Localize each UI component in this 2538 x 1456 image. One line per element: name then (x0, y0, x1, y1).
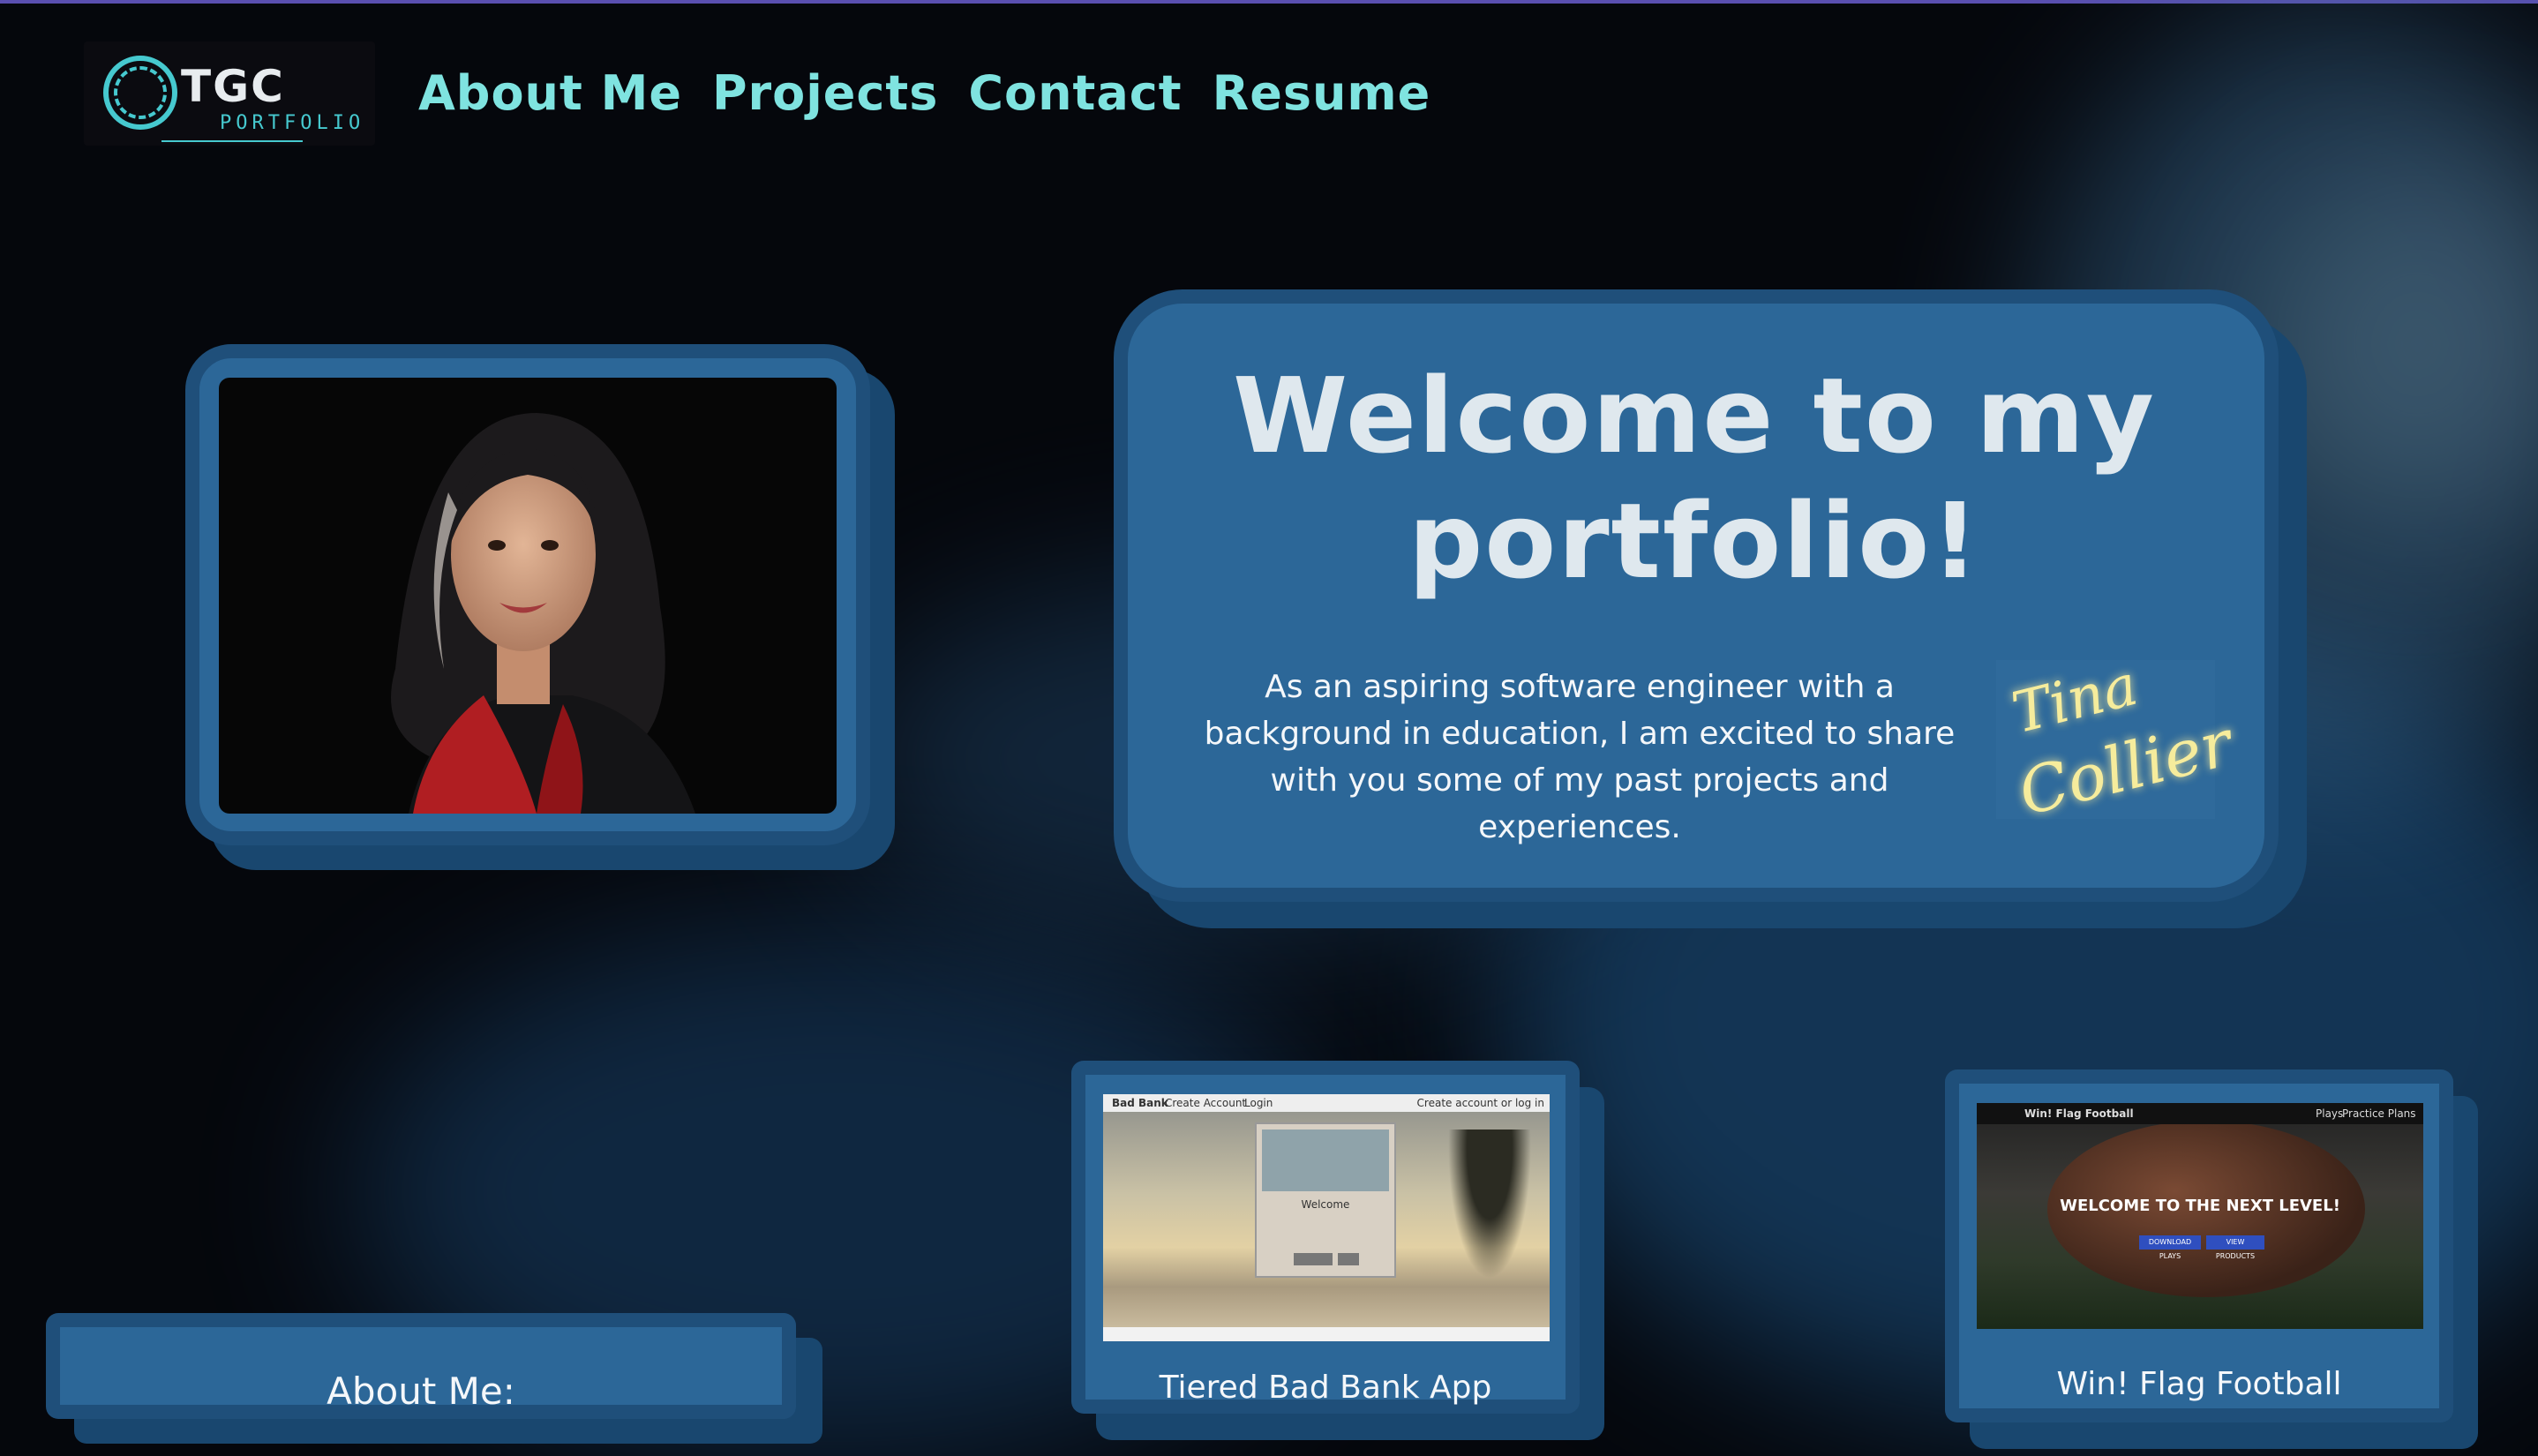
preview-brand: Win! Flag Football (2024, 1107, 2134, 1120)
preview-nav-item: Plays (2316, 1107, 2344, 1120)
preview-brand: Bad Bank (1112, 1097, 1168, 1109)
main-nav: About Me Projects Contact Resume (418, 65, 1430, 121)
preview-navbar: Bad Bank Create Account Login Create acc… (1103, 1094, 1550, 1112)
logo-ring-icon (114, 66, 167, 119)
preview-welcome-modal: Welcome (1255, 1122, 1396, 1278)
preview-modal-button (1294, 1253, 1333, 1265)
preview-nav-item: Practice Plans (2342, 1107, 2416, 1120)
preview-corner-text: Create account or log in (1416, 1097, 1544, 1109)
preview-family-photo (1262, 1130, 1389, 1191)
project-preview-flag-football[interactable]: Win! Flag Football Plays Practice Plans … (1977, 1103, 2423, 1329)
about-heading: About Me: (327, 1370, 515, 1413)
preview-button: DOWNLOAD PLAYS (2139, 1235, 2201, 1260)
preview-button: VIEW PRODUCTS (2206, 1235, 2264, 1260)
project-title-bad-bank[interactable]: Tiered Bad Bank App (1091, 1370, 1560, 1406)
nav-contact[interactable]: Contact (968, 65, 1182, 121)
logo-circuit-line (161, 140, 303, 142)
preview-headline: WELCOME TO THE NEXT LEVEL! (2060, 1197, 2340, 1215)
profile-portrait (391, 413, 695, 814)
intro-text: As an aspiring software engineer with a … (1204, 669, 1956, 845)
logo-text: TGC (181, 61, 285, 112)
welcome-heading: Welcome to my portfolio! (1233, 355, 2156, 602)
preview-modal-title: Welcome (1301, 1198, 1350, 1211)
project-preview-bad-bank[interactable]: Bad Bank Create Account Login Create acc… (1103, 1094, 1550, 1341)
preview-nav-item: Login (1244, 1097, 1273, 1109)
preview-navbar: Win! Flag Football Plays Practice Plans (1977, 1103, 2423, 1124)
signature: Tina Collier (1996, 653, 2239, 829)
preview-nav-item: Create Account (1165, 1097, 1247, 1109)
nav-resume[interactable]: Resume (1213, 65, 1431, 121)
preview-palm-trees (1437, 1130, 1543, 1315)
project-title-flag-football[interactable]: Win! Flag Football (1964, 1366, 2434, 1402)
site-logo[interactable]: TGC PORTFOLIO (84, 41, 375, 146)
preview-footer (1103, 1327, 1550, 1341)
nav-about-me[interactable]: About Me (418, 65, 682, 121)
logo-subtext: PORTFOLIO (220, 112, 365, 134)
nav-projects[interactable]: Projects (712, 65, 938, 121)
profile-photo (219, 378, 837, 814)
preview-modal-button (1338, 1253, 1359, 1265)
top-accent-line (0, 0, 2538, 4)
